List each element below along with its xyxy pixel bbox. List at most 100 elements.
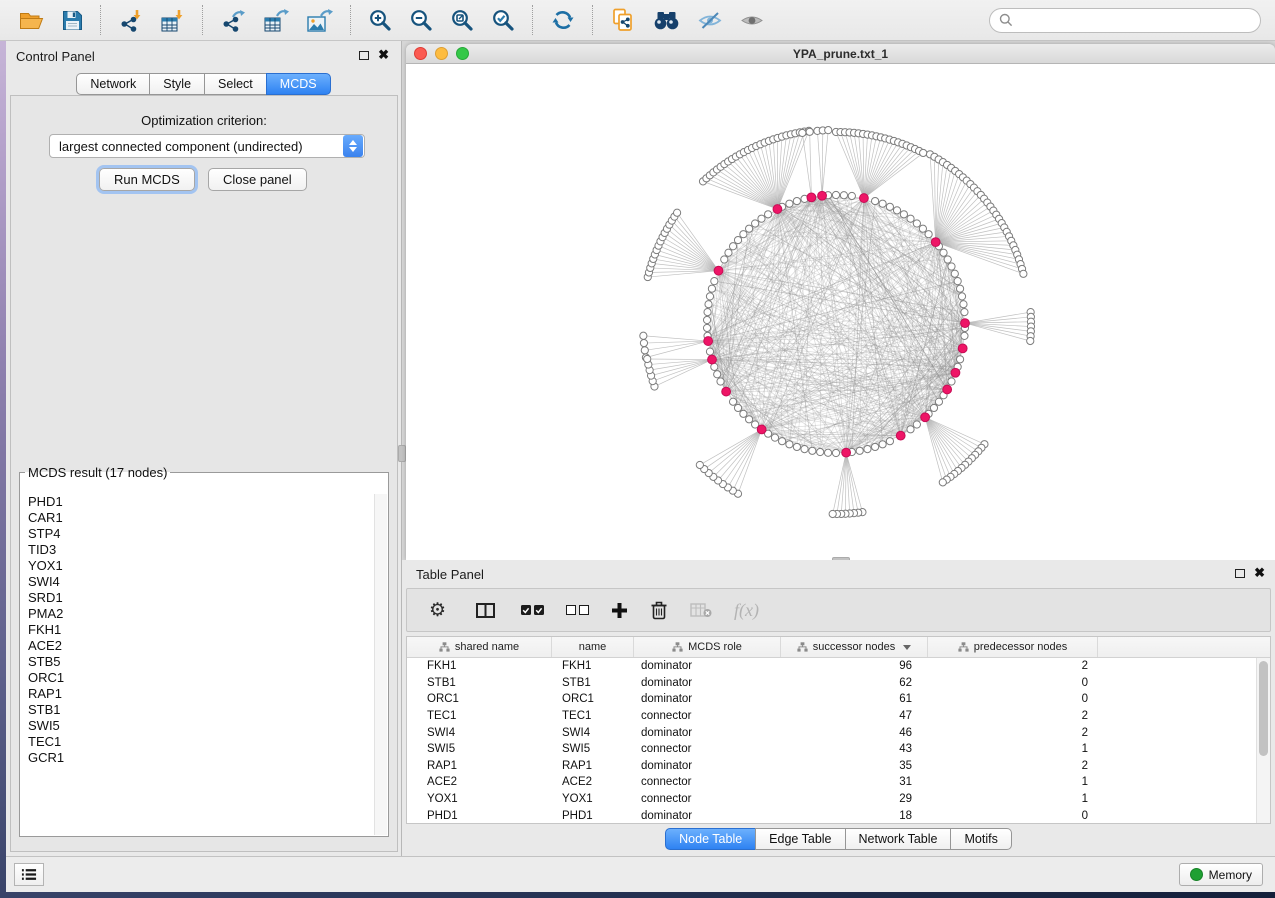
table-settings-button[interactable]: ⚙ <box>425 597 450 624</box>
hide-selection-button[interactable] <box>692 3 728 37</box>
column-header-successor-nodes[interactable]: successor nodes <box>781 637 928 657</box>
mcds-result-item[interactable]: ORC1 <box>21 670 375 686</box>
table-row[interactable]: ACE2ACE2connector311 <box>407 774 1270 791</box>
table-row[interactable]: SWI5SWI5connector431 <box>407 741 1270 758</box>
table-row[interactable]: YOX1YOX1connector291 <box>407 791 1270 808</box>
mcds-result-item[interactable]: FKH1 <box>21 622 375 638</box>
toggle-column-view-button[interactable] <box>472 599 499 622</box>
mcds-result-item[interactable]: TID3 <box>21 542 375 558</box>
tab-node-table[interactable]: Node Table <box>665 828 756 850</box>
mcds-result-item[interactable]: PHD1 <box>21 494 375 510</box>
tab-network-table[interactable]: Network Table <box>845 828 952 850</box>
tab-motifs[interactable]: Motifs <box>950 828 1011 850</box>
import-network-button[interactable] <box>113 3 149 37</box>
tab-select[interactable]: Select <box>204 73 267 95</box>
tab-mcds[interactable]: MCDS <box>266 73 331 95</box>
checked-box-icon <box>534 605 544 615</box>
mcds-result-item[interactable]: SWI4 <box>21 574 375 590</box>
table-cell: 61 <box>781 693 928 705</box>
maximize-window-icon[interactable] <box>456 47 469 60</box>
mcds-result-item[interactable]: STB1 <box>21 702 375 718</box>
unselect-all-columns-button[interactable] <box>562 601 593 619</box>
table-row[interactable]: PHD1PHD1dominator180 <box>407 807 1270 824</box>
table-body: FKH1FKH1dominator962STB1STB1dominator620… <box>407 658 1270 824</box>
mcds-result-list[interactable]: PHD1CAR1STP4TID3YOX1SWI4SRD1PMA2FKH1ACE2… <box>21 494 375 835</box>
table-cell: 0 <box>928 693 1098 705</box>
table-row[interactable]: FKH1FKH1dominator962 <box>407 658 1270 675</box>
mcds-result-item[interactable]: ACE2 <box>21 638 375 654</box>
mcds-result-item[interactable]: SWI5 <box>21 718 375 734</box>
memory-label: Memory <box>1209 868 1252 882</box>
zoom-in-button[interactable] <box>363 3 398 37</box>
mcds-result-item[interactable]: SRD1 <box>21 590 375 606</box>
float-panel-icon[interactable] <box>359 51 369 60</box>
mcds-result-item[interactable]: STB5 <box>21 654 375 670</box>
network-canvas[interactable] <box>406 64 1275 561</box>
new-network-from-selection-button[interactable] <box>605 3 641 37</box>
import-table-button[interactable] <box>155 3 191 37</box>
optimization-criterion-select[interactable]: largest connected component (undirected) <box>49 134 365 158</box>
select-all-columns-button[interactable] <box>517 601 548 619</box>
result-list-scrollbar[interactable] <box>374 494 387 835</box>
export-table-button[interactable] <box>258 3 295 37</box>
hierarchy-icon <box>439 642 450 652</box>
memory-button[interactable]: Memory <box>1179 863 1263 886</box>
table-row[interactable]: TEC1TEC1connector472 <box>407 708 1270 725</box>
zoom-fit-button[interactable] <box>445 3 480 37</box>
close-window-icon[interactable] <box>414 47 427 60</box>
table-row[interactable]: STB1STB1dominator620 <box>407 675 1270 692</box>
table-row[interactable]: ORC1ORC1dominator610 <box>407 691 1270 708</box>
folder-open-icon <box>19 10 44 31</box>
close-panel-icon[interactable]: ✖ <box>1254 568 1265 578</box>
table-cell: connector <box>634 776 781 788</box>
mcds-result-item[interactable]: PMA2 <box>21 606 375 622</box>
delete-column-button[interactable] <box>646 596 672 624</box>
table-scrollbar[interactable] <box>1256 658 1270 823</box>
optimization-criterion-label: Optimization criterion: <box>11 113 397 128</box>
mcds-result-item[interactable]: GCR1 <box>21 750 375 766</box>
table-row[interactable]: RAP1RAP1dominator352 <box>407 758 1270 775</box>
table-row[interactable]: SWI4SWI4dominator462 <box>407 724 1270 741</box>
mcds-result-item[interactable]: TEC1 <box>21 734 375 750</box>
zoom-selected-button[interactable] <box>486 3 521 37</box>
column-header-predecessor-nodes[interactable]: predecessor nodes <box>928 637 1098 657</box>
binoculars-icon <box>653 11 680 30</box>
mcds-result-item[interactable]: CAR1 <box>21 510 375 526</box>
mcds-result-item[interactable]: STP4 <box>21 526 375 542</box>
run-mcds-button[interactable]: Run MCDS <box>99 168 195 191</box>
column-header-shared-name[interactable]: shared name <box>407 637 552 657</box>
float-panel-icon[interactable] <box>1235 569 1245 578</box>
table-cell: TEC1 <box>552 710 634 722</box>
zoom-in-icon <box>369 9 392 32</box>
copy-network-icon <box>611 8 635 32</box>
save-session-button[interactable] <box>56 3 89 37</box>
toolbar-separator <box>350 5 352 35</box>
tab-network[interactable]: Network <box>76 73 150 95</box>
memory-status-icon <box>1190 868 1203 881</box>
tab-edge-table[interactable]: Edge Table <box>755 828 845 850</box>
table-cell: connector <box>634 743 781 755</box>
show-log-button[interactable] <box>14 863 44 886</box>
column-header-MCDS-role[interactable]: MCDS role <box>634 637 781 657</box>
split-divider-handle[interactable] <box>398 445 406 462</box>
network-graph[interactable] <box>406 64 1275 561</box>
close-panel-icon[interactable]: ✖ <box>378 50 389 60</box>
mcds-result-item[interactable]: RAP1 <box>21 686 375 702</box>
open-session-button[interactable] <box>13 3 50 37</box>
column-header-name[interactable]: name <box>552 637 634 657</box>
hierarchy-icon <box>672 642 683 652</box>
search-input[interactable] <box>1019 12 1251 28</box>
apply-layout-button[interactable] <box>545 3 581 37</box>
zoom-out-button[interactable] <box>404 3 439 37</box>
network-window-titlebar[interactable]: YPA_prune.txt_1 <box>406 44 1275 64</box>
mcds-result-item[interactable]: YOX1 <box>21 558 375 574</box>
table-scrollbar-thumb[interactable] <box>1259 661 1268 756</box>
list-icon <box>21 868 37 881</box>
minimize-window-icon[interactable] <box>435 47 448 60</box>
first-neighbors-button[interactable] <box>647 3 686 37</box>
tab-style[interactable]: Style <box>149 73 205 95</box>
export-image-button[interactable] <box>301 3 339 37</box>
close-panel-button[interactable]: Close panel <box>208 168 307 191</box>
export-network-button[interactable] <box>215 3 252 37</box>
create-column-button[interactable] <box>607 598 632 623</box>
